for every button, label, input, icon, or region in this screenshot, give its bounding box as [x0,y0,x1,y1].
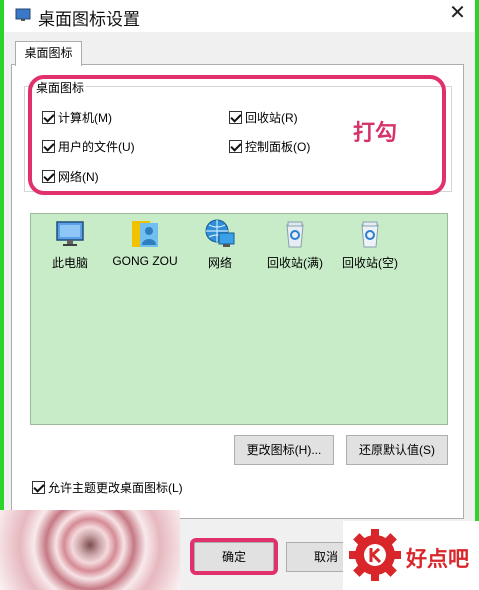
icon-label: 网络 [207,256,232,270]
list-item-recycle-bin-empty[interactable]: 回收站(空) [330,215,410,271]
change-icon-button[interactable]: 更改图标(H)... [234,435,334,465]
icon-label: 回收站(满) [267,256,323,270]
restore-default-button[interactable]: 还原默认值(S) [346,435,448,465]
watermark-logo: 好点吧 [343,521,479,590]
recycle-bin-empty-icon [361,221,379,248]
icon-label: GONG ZOU [112,254,178,268]
list-item-user-folder[interactable]: GONG ZOU [105,215,185,268]
close-button[interactable]: ✕ [440,0,475,28]
tab-desktop-icons[interactable]: 桌面图标 [15,41,82,66]
allow-theme-checkbox[interactable]: 允许主题更改桌面图标(L) [32,479,183,496]
network-icon [205,219,235,247]
highlight-annotation-frame [190,538,278,575]
checkbox-label: 允许主题更改桌面图标(L) [48,481,183,495]
annotation-text: 打勾 [353,120,398,146]
computer-icon [56,221,84,246]
window-title: 桌面图标设置 [38,10,140,29]
icon-label: 回收站(空) [342,256,398,270]
list-item-this-pc[interactable]: 此电脑 [30,215,110,271]
list-item-recycle-bin-full[interactable]: 回收站(满) [255,215,335,271]
title-bar: 桌面图标设置 ✕ [4,0,475,32]
gear-icon [349,529,401,581]
check-icon[interactable] [32,481,45,494]
recycle-bin-full-icon [286,221,304,248]
desktop-settings-icon [15,8,31,21]
decorative-image [0,510,180,590]
watermark-text: 好点吧 [406,547,469,571]
list-item-network[interactable]: 网络 [180,215,260,271]
user-folder-icon [132,221,158,247]
icon-label: 此电脑 [51,256,88,270]
